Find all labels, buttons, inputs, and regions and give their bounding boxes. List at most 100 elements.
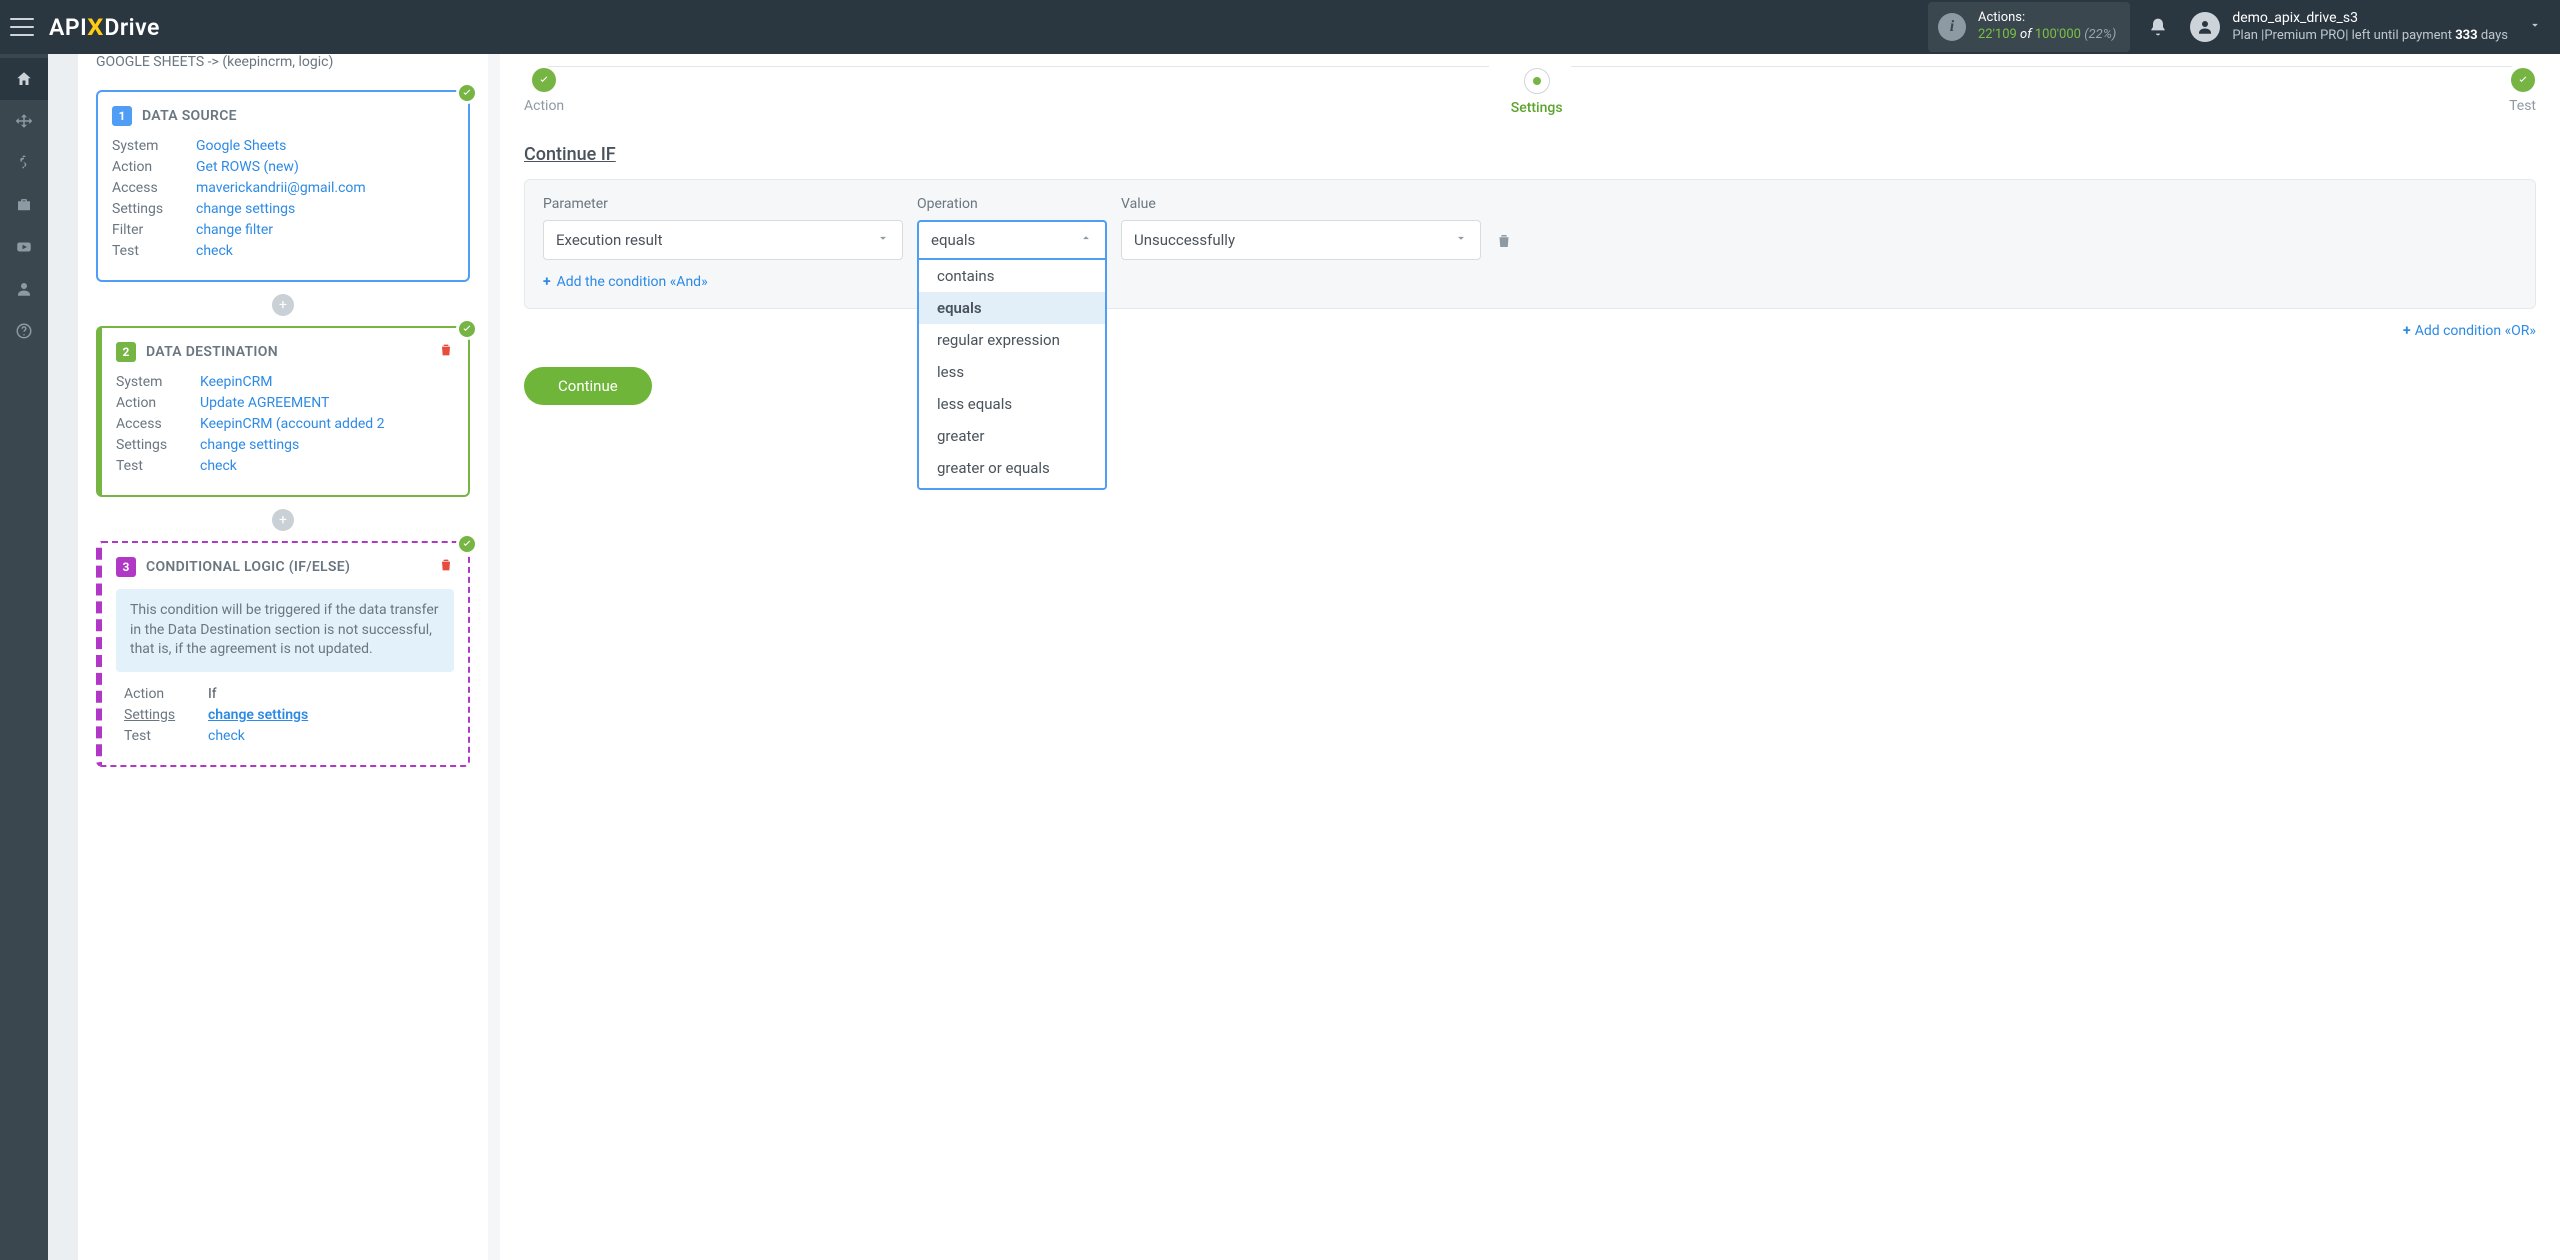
topbar: APIXDrive i Actions: 22'109 of 100'000 (…	[0, 0, 2560, 54]
step-label: Settings	[1511, 100, 1563, 116]
nav-video-icon[interactable]	[0, 226, 48, 268]
field-label-operation: Operation	[917, 196, 1107, 212]
nav-home-icon[interactable]	[0, 58, 48, 100]
step-label: Test	[2509, 98, 2536, 114]
breadcrumb: GOOGLE SHEETS -> (keepincrm, logic)	[78, 54, 488, 80]
side-nav	[0, 54, 48, 1260]
add-or-condition-button[interactable]: +Add condition «OR»	[524, 323, 2536, 339]
kv-link[interactable]: change settings	[208, 707, 308, 723]
select-value: Execution result	[556, 231, 662, 249]
operation-option[interactable]: empty	[919, 484, 1105, 490]
value-select[interactable]: Unsuccessfully	[1121, 220, 1481, 260]
step-label: Action	[524, 98, 564, 114]
kv-key: Settings	[116, 437, 200, 453]
kv-link[interactable]: KeepinCRM	[200, 374, 272, 390]
nav-connections-icon[interactable]	[0, 100, 48, 142]
delete-condition-icon[interactable]	[1495, 232, 1515, 260]
parameter-select[interactable]: Execution result	[543, 220, 903, 260]
kv-key: Filter	[112, 222, 196, 238]
logo-text: API	[49, 14, 87, 41]
chevron-down-icon	[876, 231, 890, 249]
kv-key: System	[112, 138, 196, 154]
logo-x: X	[87, 14, 104, 41]
kv-key: Action	[112, 159, 196, 175]
card-number: 1	[112, 106, 132, 126]
step-action[interactable]: Action	[524, 68, 564, 114]
kv-key: Settings	[112, 201, 196, 217]
kv-key: Access	[112, 180, 196, 196]
nav-briefcase-icon[interactable]	[0, 184, 48, 226]
kv-link[interactable]: check	[200, 458, 237, 474]
stepper: Action Settings Test	[500, 54, 2560, 116]
add-step-button[interactable]: +	[272, 509, 294, 531]
operation-option[interactable]: greater	[919, 420, 1105, 452]
field-label-value: Value	[1121, 196, 1481, 212]
operation-option[interactable]: less equals	[919, 388, 1105, 420]
info-icon: i	[1938, 13, 1966, 41]
card-conditional-logic[interactable]: 3 CONDITIONAL LOGIC (IF/ELSE) This condi…	[96, 541, 470, 767]
condition-row: Parameter Execution result Operation	[524, 179, 2536, 309]
kv-key: Access	[116, 416, 200, 432]
operation-option[interactable]: greater or equals	[919, 452, 1105, 484]
kv-link[interactable]: Update AGREEMENT	[200, 395, 329, 411]
operation-option[interactable]: regular expression	[919, 324, 1105, 356]
left-panel: GOOGLE SHEETS -> (keepincrm, logic) 1 DA…	[78, 54, 488, 1260]
actions-of: of	[2020, 27, 2035, 42]
chevron-down-icon[interactable]	[2528, 18, 2542, 36]
add-step-button[interactable]: +	[272, 294, 294, 316]
chevron-down-icon	[1454, 231, 1468, 249]
kv-key: Test	[116, 458, 200, 474]
kv-link[interactable]: change settings	[200, 437, 299, 453]
kv-link[interactable]: KeepinCRM (account added 2	[200, 416, 385, 432]
nav-billing-icon[interactable]	[0, 142, 48, 184]
check-icon	[456, 82, 478, 104]
kv-key: Test	[112, 243, 196, 259]
user-info[interactable]: demo_apix_drive_s3 Plan |Premium PRO| le…	[2232, 9, 2508, 44]
add-and-label: Add the condition «And»	[557, 274, 708, 290]
kv-link[interactable]: change settings	[196, 201, 295, 217]
actions-counter[interactable]: i Actions: 22'109 of 100'000 (22%)	[1928, 2, 2130, 52]
actions-pct: (22%)	[2084, 27, 2116, 42]
actions-used: 22'109	[1978, 27, 2017, 42]
operation-dropdown[interactable]: containsequalsregular expressionlessless…	[917, 260, 1107, 490]
chevron-up-icon	[1079, 231, 1093, 249]
operation-option[interactable]: contains	[919, 260, 1105, 292]
trash-icon[interactable]	[438, 557, 454, 577]
actions-label: Actions:	[1978, 10, 2116, 27]
user-name: demo_apix_drive_s3	[2232, 9, 2508, 27]
step-settings[interactable]: Settings	[1511, 68, 1563, 116]
operation-select[interactable]: equals	[917, 220, 1107, 260]
kv-key: Action	[124, 686, 208, 702]
kv-link[interactable]: Get ROWS (new)	[196, 159, 299, 175]
avatar-icon[interactable]	[2190, 12, 2220, 42]
menu-icon[interactable]	[10, 18, 34, 36]
add-or-label: Add condition «OR»	[2415, 323, 2536, 339]
card-number: 3	[116, 557, 136, 577]
card-data-source[interactable]: 1 DATA SOURCE SystemGoogle Sheets Action…	[96, 90, 470, 282]
add-and-condition-button[interactable]: +Add the condition «And»	[543, 274, 708, 290]
operation-option[interactable]: equals	[919, 292, 1105, 324]
trash-icon[interactable]	[438, 342, 454, 362]
info-box: This condition will be triggered if the …	[116, 589, 454, 672]
card-title: CONDITIONAL LOGIC (IF/ELSE)	[146, 559, 350, 575]
select-value: equals	[931, 231, 975, 249]
step-test[interactable]: Test	[2509, 68, 2536, 114]
operation-option[interactable]: less	[919, 356, 1105, 388]
kv-value: If	[208, 686, 217, 702]
kv-link[interactable]: check	[208, 728, 245, 744]
bell-icon[interactable]	[2148, 17, 2168, 37]
nav-help-icon[interactable]	[0, 310, 48, 352]
section-title: Continue IF	[500, 116, 2560, 179]
kv-link[interactable]: check	[196, 243, 233, 259]
main-panel: Action Settings Test Continue IF	[500, 54, 2560, 1260]
user-days: 333	[2455, 28, 2477, 43]
field-label-parameter: Parameter	[543, 196, 903, 212]
continue-button[interactable]: Continue	[524, 367, 652, 405]
card-data-destination[interactable]: 2 DATA DESTINATION SystemKeepinCRM Actio…	[96, 326, 470, 497]
user-plan-pre: Plan |Premium PRO| left until payment	[2232, 28, 2455, 43]
kv-link[interactable]: maverickandrii@gmail.com	[196, 180, 366, 196]
kv-link[interactable]: change filter	[196, 222, 273, 238]
nav-profile-icon[interactable]	[0, 268, 48, 310]
logo[interactable]: APIXDrive	[49, 14, 160, 41]
kv-link[interactable]: Google Sheets	[196, 138, 286, 154]
